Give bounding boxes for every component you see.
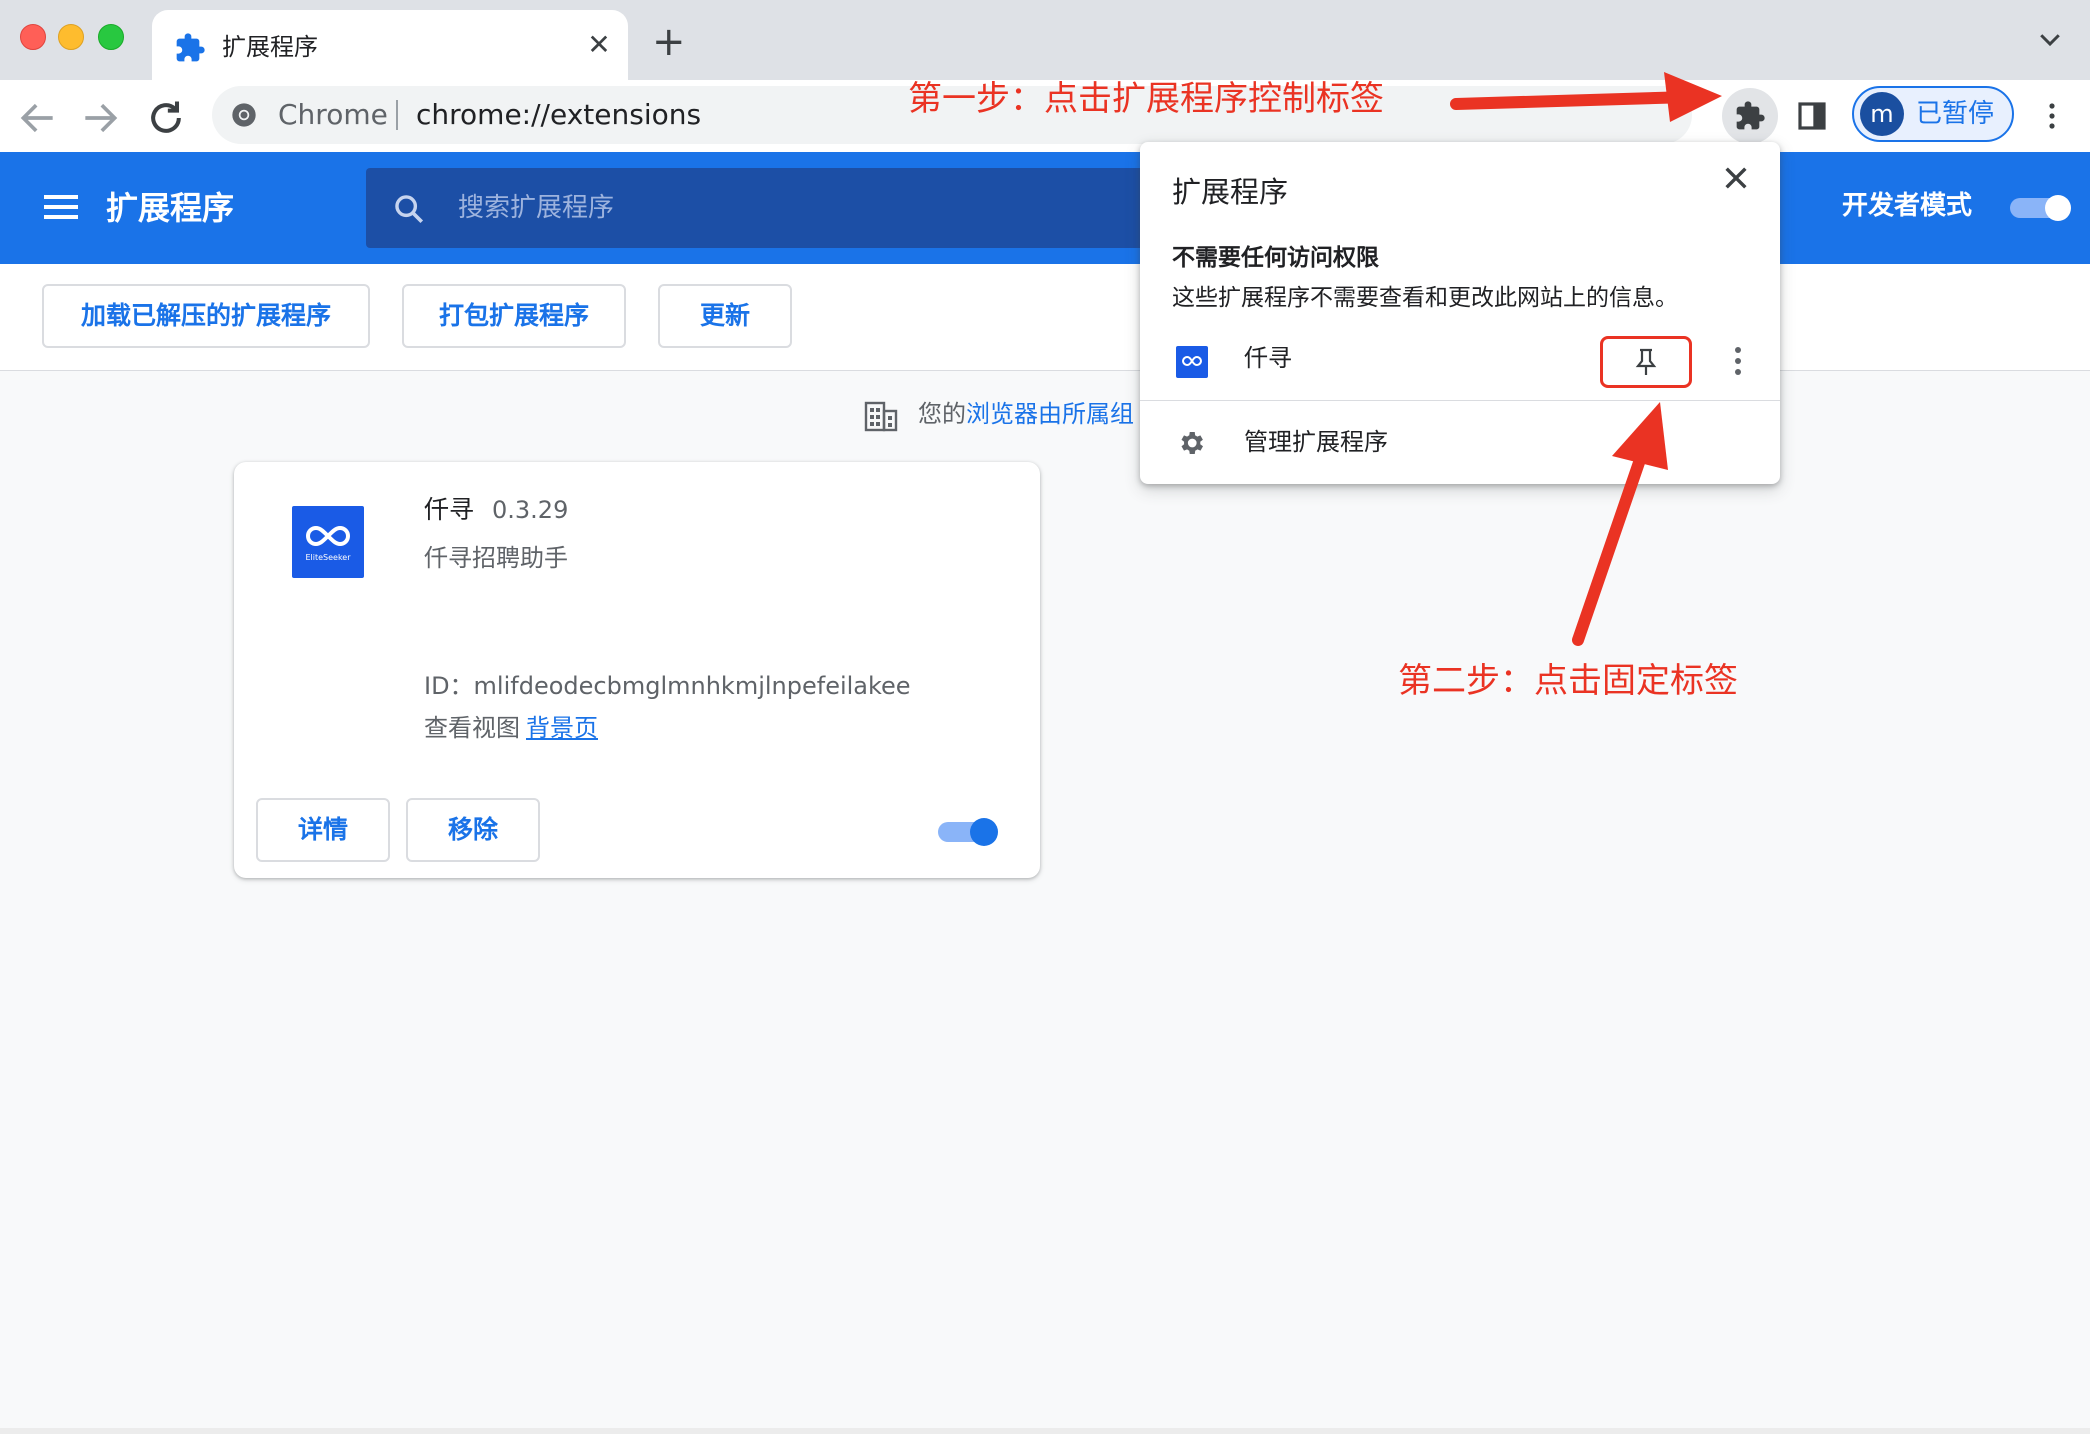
window-maximize-button[interactable] [98, 24, 124, 50]
chrome-logo-icon [232, 103, 256, 127]
more-vert-icon[interactable] [1732, 344, 1744, 378]
avatar: m [1860, 92, 1904, 136]
tab-close-icon[interactable]: ✕ [582, 26, 616, 64]
puzzle-icon [1736, 101, 1765, 130]
pin-icon [1635, 348, 1657, 375]
popup-title: 扩展程序 [1172, 175, 1289, 209]
pin-extension-button[interactable] [1600, 336, 1692, 388]
window-bottom-edge [0, 1428, 2090, 1434]
managed-notice: 您的浏览器由所属组 [918, 396, 1144, 432]
pack-extension-button[interactable]: 打包扩展程序 [402, 284, 626, 348]
popup-divider [1140, 400, 1780, 401]
inspect-views: 查看视图 背景页 [424, 710, 598, 746]
logo-text: EliteSeeker [305, 553, 351, 562]
extension-enable-toggle[interactable] [936, 816, 1002, 848]
search-placeholder: 搜索扩展程序 [458, 193, 615, 223]
window-minimize-button[interactable] [58, 24, 84, 50]
menu-icon[interactable] [44, 192, 78, 222]
managed-notice-link[interactable]: 浏览器由所属组 [966, 400, 1134, 428]
remove-button[interactable]: 移除 [406, 798, 540, 862]
infinity-logo-icon [1181, 355, 1203, 367]
page-title: 扩展程序 [106, 189, 235, 227]
popup-extension-icon [1176, 346, 1208, 378]
extension-logo: EliteSeeker [292, 506, 364, 578]
extensions-toolbar-button[interactable] [1722, 88, 1778, 144]
infinity-logo-icon: EliteSeeker [305, 525, 351, 562]
omnibox-scheme-label: Chrome [278, 98, 388, 131]
profile-status: 已暂停 [1916, 99, 1995, 129]
omnibox-url[interactable]: chrome://extensions [416, 96, 701, 134]
dev-mode-toggle[interactable] [2008, 194, 2072, 222]
popup-section-description: 这些扩展程序不需要查看和更改此网站上的信息。 [1172, 285, 1678, 311]
annotation-step-1: 第一步：点击扩展程序控制标签 [908, 79, 1384, 119]
extension-id: ID：mlifdeodecbmglmnhkmjlnpefeilakee [424, 672, 911, 700]
details-button[interactable]: 详情 [256, 798, 390, 862]
annotation-step-2: 第二步：点击固定标签 [1398, 661, 1738, 701]
more-vert-icon[interactable] [2038, 100, 2066, 132]
gear-icon [1181, 432, 1203, 454]
chevron-down-icon[interactable] [2035, 24, 2065, 54]
extension-name: 仟寻 [424, 495, 475, 524]
manage-extensions-link[interactable]: 管理扩展程序 [1244, 424, 1388, 460]
close-icon[interactable] [1720, 162, 1752, 194]
omnibox-divider [396, 100, 398, 130]
window-close-button[interactable] [20, 24, 46, 50]
extension-version: 0.3.29 [492, 496, 569, 524]
search-icon [395, 195, 424, 224]
new-tab-button[interactable]: + [652, 18, 686, 66]
tab-strip: 扩展程序 ✕ + [0, 0, 2090, 82]
puzzle-icon [176, 33, 205, 62]
dev-mode-label: 开发者模式 [1842, 191, 1973, 221]
managed-notice-prefix: 您的 [918, 400, 966, 428]
extensions-menu-popup: 扩展程序 不需要任何访问权限 这些扩展程序不需要查看和更改此网站上的信息。 仟寻… [1140, 142, 1780, 484]
extension-card: EliteSeeker 仟寻 0.3.29 仟寻招聘助手 ID：mlifdeod… [234, 462, 1040, 878]
extension-description: 仟寻招聘助手 [424, 544, 568, 572]
profile-button[interactable]: m 已暂停 [1852, 86, 2014, 142]
update-button[interactable]: 更新 [658, 284, 792, 348]
popup-extension-name[interactable]: 仟寻 [1244, 340, 1292, 376]
back-arrow-icon[interactable] [16, 96, 60, 140]
popup-section-title: 不需要任何访问权限 [1172, 245, 1379, 271]
inspect-views-label: 查看视图 [424, 714, 520, 742]
background-page-link[interactable]: 背景页 [526, 714, 598, 742]
tab-title: 扩展程序 [222, 33, 318, 61]
reload-icon[interactable] [144, 96, 188, 140]
forward-arrow-icon[interactable] [78, 96, 122, 140]
side-panel-icon[interactable] [1796, 100, 1828, 132]
building-icon [864, 401, 898, 432]
load-unpacked-button[interactable]: 加载已解压的扩展程序 [42, 284, 370, 348]
tab-extensions[interactable]: 扩展程序 ✕ [152, 10, 628, 82]
